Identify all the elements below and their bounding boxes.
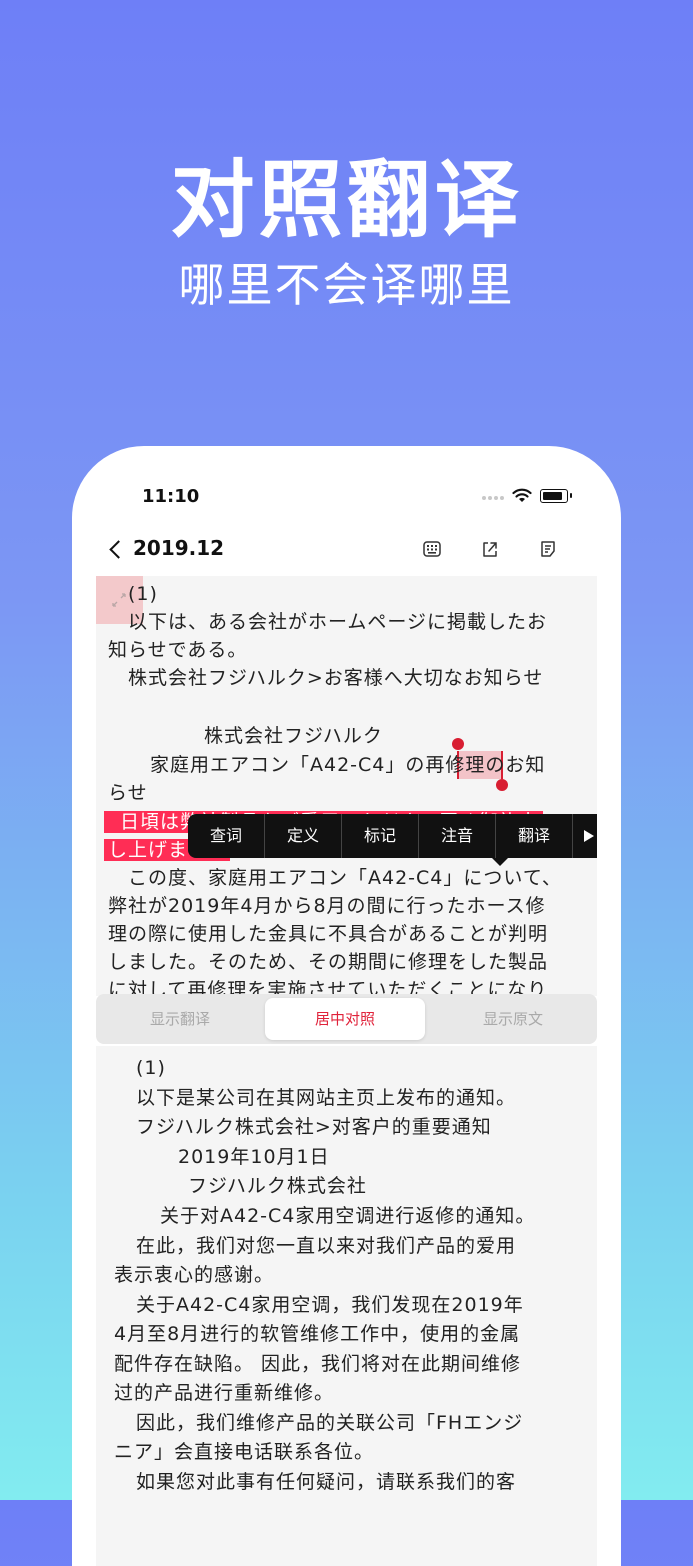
- menu-item-lookup[interactable]: 查词: [188, 814, 265, 858]
- original-line: 弊社が2019年4月から8月の間に行ったホース修: [108, 895, 546, 917]
- battery-icon: [540, 489, 572, 503]
- play-icon: [584, 830, 594, 842]
- translation-line: 配件存在缺陷。 因此，我们将对在此期间维修: [114, 1353, 522, 1375]
- original-line: 以下は、ある会社がホームページに掲載したお: [128, 611, 548, 633]
- back-label: 2019.12: [133, 536, 225, 560]
- original-line: に対して再修理を実施させていただくことになり: [108, 979, 548, 996]
- menu-item-define[interactable]: 定义: [265, 814, 342, 858]
- hero-subtitle: 哪里不会译哪里: [178, 258, 515, 312]
- original-line: しました。そのため、その期間に修理をした製品: [108, 951, 549, 973]
- menu-pointer: [492, 858, 508, 866]
- segment-show-original[interactable]: 显示原文: [433, 998, 593, 1040]
- back-button[interactable]: 2019.12: [109, 536, 225, 560]
- segment-show-translation[interactable]: 显示翻译: [100, 998, 260, 1040]
- chevron-left-icon: [109, 539, 128, 559]
- original-line: 株式会社フジハルク>お客様へ大切なお知らせ: [128, 667, 544, 689]
- translation-panel[interactable]: (1) 以下是某公司在其网站主页上发布的通知。 フジハルク株式会社>对客户的重要…: [96, 1046, 597, 1566]
- translation-line: 4月至8月进行的软管维修工作中，使用的金属: [114, 1323, 521, 1345]
- wifi-icon: [512, 488, 532, 502]
- menu-item-mark[interactable]: 标记: [342, 814, 419, 858]
- segment-center-compare[interactable]: 居中对照: [265, 998, 425, 1040]
- share-icon[interactable]: [480, 539, 500, 559]
- original-line: この度、家庭用エアコン「A42-C4」について、: [128, 867, 562, 889]
- original-line: 理の際に使用した金具に不具合があることが判明: [108, 923, 549, 945]
- nav-bar: 2019.12: [72, 526, 621, 574]
- translation-line: (1): [136, 1057, 166, 1079]
- view-mode-segment: 显示翻译 居中对照 显示原文: [96, 994, 597, 1044]
- menu-item-translate[interactable]: 翻译: [496, 814, 573, 858]
- translation-line: フジハルク株式会社: [188, 1175, 367, 1197]
- translation-line: 过的产品进行重新维修。: [114, 1382, 335, 1404]
- translation-line: 关于对A42-C4家用空调进行返修的通知。: [160, 1205, 536, 1227]
- original-line: 家庭用エアコン「A42-C4」の再修理のお知: [150, 754, 546, 776]
- original-line: 知らせである。: [108, 639, 248, 661]
- phone-frame: 11:10 2019.12 (1) 以下は、ある会社がホームページに掲載したお …: [72, 446, 621, 1566]
- status-time: 11:10: [142, 486, 200, 507]
- menu-more-button[interactable]: [573, 830, 597, 842]
- translation-line: 在此，我们对您一直以来对我们产品的爱用: [136, 1235, 517, 1257]
- translation-line: 以下是某公司在其网站主页上发布的通知。: [136, 1087, 517, 1109]
- translation-line: 关于A42-C4家用空调，我们发现在2019年: [136, 1294, 524, 1316]
- original-line: (1): [128, 583, 158, 605]
- original-text-panel[interactable]: (1) 以下は、ある会社がホームページに掲載したお 知らせである。 株式会社フジ…: [96, 576, 597, 996]
- translation-line: フジハルク株式会社>对客户的重要通知: [136, 1116, 492, 1138]
- original-line: 株式会社フジハルク: [204, 725, 383, 747]
- translation-line: ニア」会直接电话联系各位。: [114, 1441, 375, 1463]
- menu-item-phonetic[interactable]: 注音: [419, 814, 496, 858]
- translation-line: 如果您对此事有任何疑问，请联系我们的客: [136, 1471, 517, 1493]
- translation-line: 表示衷心的感谢。: [114, 1264, 275, 1286]
- translation-line: 2019年10月1日: [178, 1146, 330, 1168]
- context-menu: 查词 定义 标记 注音 翻译: [188, 814, 597, 866]
- original-line: らせ: [108, 782, 148, 804]
- keyboard-icon[interactable]: [422, 539, 442, 559]
- hero-title: 对照翻译: [170, 151, 523, 249]
- translation-line: 因此，我们维修产品的关联公司「FHエンジ: [136, 1412, 524, 1434]
- selection-end-handle[interactable]: [496, 779, 508, 791]
- selection-start-handle[interactable]: [452, 738, 464, 750]
- signal-icon: [482, 496, 504, 502]
- note-icon[interactable]: [538, 539, 558, 559]
